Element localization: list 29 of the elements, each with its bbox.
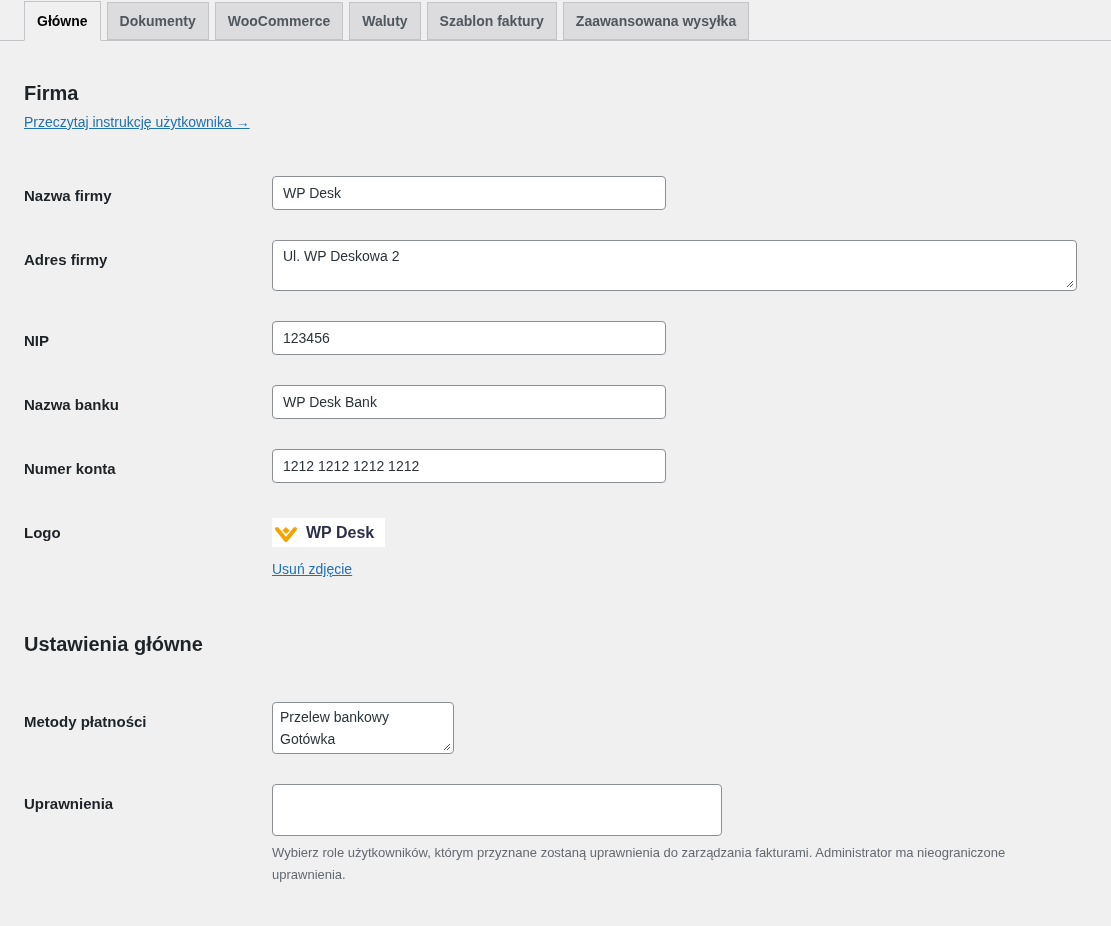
- text-field[interactable]: WP Desk: [272, 176, 666, 210]
- tab[interactable]: Zaawansowana wysyłka: [562, 2, 750, 40]
- resize-grip-icon[interactable]: [1066, 280, 1074, 288]
- tab[interactable]: Szablon faktury: [426, 2, 557, 40]
- user-guide-link[interactable]: Przeczytaj instrukcję użytkownika →: [24, 112, 250, 133]
- tab[interactable]: Główne: [24, 1, 101, 41]
- text-field[interactable]: 1212 1212 1212 1212: [272, 449, 666, 483]
- tab[interactable]: Dokumenty: [106, 2, 209, 40]
- select-field[interactable]: [272, 784, 722, 836]
- tab[interactable]: WooCommerce: [214, 2, 344, 40]
- logo-text: WP Desk: [306, 522, 375, 543]
- remove-image-link[interactable]: Usuń zdjęcie: [272, 559, 353, 580]
- tab[interactable]: Waluty: [349, 2, 421, 40]
- field-label: Nazwa firmy: [24, 187, 112, 204]
- field-label: Numer konta: [24, 460, 116, 477]
- field-label: Logo: [24, 524, 61, 541]
- text-field[interactable]: 123456: [272, 321, 666, 355]
- field-label: Adres firmy: [24, 251, 108, 268]
- text-field[interactable]: WP Desk Bank: [272, 385, 666, 419]
- textarea-field[interactable]: Przelew bankowy Gotówka: [272, 702, 454, 754]
- resize-grip-icon[interactable]: [443, 743, 451, 751]
- textarea-field[interactable]: Ul. WP Deskowa 2: [272, 240, 1077, 291]
- field-label: Uprawnienia: [24, 795, 114, 812]
- field-label: Nazwa banku: [24, 396, 120, 413]
- field-description: Wybierz role użytkowników, którym przyznane zostaną uprawnienia do zarządzania fakturami. Administrator ma nieograniczone uprawnienia.: [272, 844, 1007, 884]
- field-label: NIP: [24, 332, 49, 349]
- section-heading: Firma: [24, 81, 80, 106]
- field-label: Metody płatności: [24, 713, 147, 730]
- section-heading: Ustawienia główne: [24, 632, 204, 657]
